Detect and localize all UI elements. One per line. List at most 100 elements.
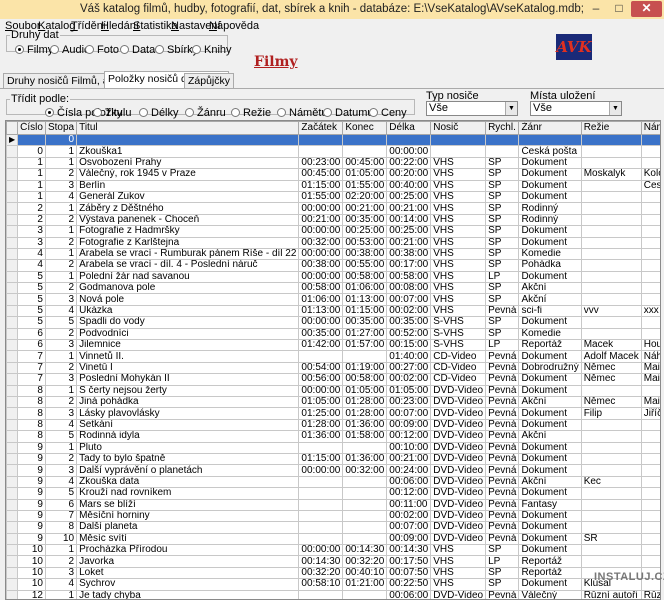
table-cell[interactable]: 5 <box>44 316 78 329</box>
table-cell[interactable]: 00:14:30 <box>342 544 388 557</box>
table-cell[interactable]: Dokument <box>518 384 582 398</box>
table-cell[interactable]: 00:11:00 <box>386 498 432 511</box>
table-cell[interactable] <box>342 532 388 546</box>
radio-foto[interactable]: Foto <box>85 44 119 56</box>
table-cell[interactable]: xxx <box>640 304 660 318</box>
table-cell[interactable]: 00:09:00 <box>386 532 432 546</box>
table-cell[interactable]: DVD-Video <box>430 475 487 489</box>
table-cell[interactable]: LP <box>485 339 520 352</box>
table-cell[interactable] <box>298 589 344 599</box>
table-cell[interactable]: Generál Žukov <box>76 190 300 204</box>
table-cell[interactable]: Pevná <box>485 521 520 534</box>
table-row[interactable]: 12 1 Je tady chyba 00:06:00 DVD-Video Pevná Vá… <box>6 589 660 599</box>
table-cell[interactable]: Lásky plavovlásky <box>76 407 300 420</box>
table-cell[interactable] <box>640 225 660 238</box>
table-cell[interactable] <box>580 487 642 500</box>
table-cell[interactable] <box>342 487 388 500</box>
table-cell[interactable]: 01:36:00 <box>342 418 388 432</box>
column-header[interactable]: Titul <box>76 121 300 135</box>
table-cell[interactable]: 00:21:00 <box>386 236 432 249</box>
table-cell[interactable]: 00:53:00 <box>342 236 388 249</box>
table-cell[interactable]: 00:21:00 <box>298 213 344 227</box>
table-cell[interactable]: Poslední Mohykán II <box>76 373 300 386</box>
carrier-type-select[interactable]: Vše ▼ <box>426 101 518 116</box>
table-cell[interactable]: 01:58:00 <box>342 430 388 443</box>
table-cell[interactable]: Pevná <box>485 532 520 546</box>
table-cell[interactable] <box>580 521 642 534</box>
table-cell[interactable]: 00:32:00 <box>298 236 344 249</box>
table-row[interactable]: 3 1 Fotografie z Hadmršky 00:00:00 00:25:00 0… <box>6 225 660 238</box>
table-cell[interactable]: 00:07:00 <box>386 521 432 534</box>
table-row[interactable]: 10 3 Loket 00:32:20 00:40:10 00:07:50 VHS SP Rep… <box>6 566 660 580</box>
table-cell[interactable]: 01:13:00 <box>342 293 388 306</box>
table-cell[interactable] <box>580 145 642 158</box>
table-cell[interactable]: Pohádka <box>518 259 582 272</box>
table-cell[interactable] <box>640 316 660 329</box>
row-selector[interactable] <box>6 464 19 477</box>
table-cell[interactable]: 00:58:10 <box>298 578 344 591</box>
table-cell[interactable]: 3 <box>17 225 46 238</box>
table-row[interactable]: 7 3 Poslední Mohykán II 00:56:00 00:58:00 00:… <box>6 373 660 386</box>
table-cell[interactable]: 00:25:00 <box>386 225 432 238</box>
table-cell[interactable]: Dokument <box>518 156 582 170</box>
table-cell[interactable] <box>580 293 642 306</box>
tab-loans[interactable]: Zápůjčky <box>184 73 235 88</box>
table-cell[interactable]: VHS <box>430 304 487 318</box>
table-cell[interactable] <box>580 282 642 295</box>
table-cell[interactable]: VHS <box>430 179 487 192</box>
row-selector[interactable] <box>6 578 19 591</box>
table-cell[interactable]: 1 <box>17 168 46 181</box>
table-cell[interactable] <box>640 418 660 432</box>
table-row[interactable]: 6 2 Podvodníci 00:35:00 01:27:00 00:52:00 S-VH… <box>6 327 660 341</box>
table-cell[interactable] <box>580 327 642 341</box>
table-cell[interactable]: 00:23:00 <box>386 395 432 409</box>
table-cell[interactable]: 00:32:20 <box>298 566 344 580</box>
table-cell[interactable]: Mai <box>640 373 660 386</box>
table-cell[interactable]: 02:20:00 <box>342 190 388 204</box>
table-cell[interactable]: 01:15:00 <box>342 304 388 318</box>
row-selector[interactable] <box>6 179 19 192</box>
table-cell[interactable]: 00:00:00 <box>386 145 432 158</box>
table-cell[interactable]: 9 <box>17 475 46 489</box>
table-cell[interactable]: Zkouška data <box>76 475 300 489</box>
row-selector[interactable] <box>6 430 19 443</box>
table-cell[interactable] <box>640 202 660 215</box>
row-selector[interactable] <box>6 544 19 557</box>
row-selector[interactable] <box>6 373 19 386</box>
table-cell[interactable] <box>640 441 660 454</box>
table-cell[interactable]: Dobrodružný <box>518 361 582 375</box>
table-cell[interactable] <box>640 555 660 568</box>
table-cell[interactable]: 00:22:50 <box>386 578 432 591</box>
table-cell[interactable] <box>580 156 642 170</box>
table-cell[interactable]: 12 <box>17 589 46 599</box>
table-cell[interactable]: 00:17:00 <box>386 259 432 272</box>
sort-radio-datum[interactable]: Datumu <box>323 107 374 119</box>
table-cell[interactable] <box>640 259 660 272</box>
table-cell[interactable]: 00:35:00 <box>342 316 388 329</box>
table-cell[interactable]: 00:40:10 <box>342 566 388 580</box>
table-cell[interactable]: Pevná <box>485 475 520 489</box>
table-cell[interactable]: 01:15:00 <box>298 452 344 466</box>
table-cell[interactable]: 01:42:00 <box>298 339 344 352</box>
table-cell[interactable]: Němec <box>580 361 642 375</box>
table-cell[interactable]: Kec <box>580 475 642 489</box>
table-cell[interactable]: Dokument <box>518 452 582 466</box>
table-cell[interactable]: SP <box>485 247 520 261</box>
table-cell[interactable]: 01:36:00 <box>298 430 344 443</box>
table-cell[interactable]: Dokument <box>518 190 582 204</box>
sort-radio-zanru[interactable]: Žánru <box>185 107 226 119</box>
row-selector[interactable] <box>6 339 19 352</box>
table-cell[interactable]: Spadli do vody <box>76 316 300 329</box>
table-row[interactable]: 9 6 Mars se blíží 00:11:00 DVD-Video Pevná Fan… <box>6 498 660 511</box>
table-cell[interactable]: SP <box>485 225 520 238</box>
table-cell[interactable]: SP <box>485 566 520 580</box>
table-cell[interactable]: DVD-Video <box>430 407 487 420</box>
table-cell[interactable]: 01:55:00 <box>342 179 388 192</box>
table-row[interactable]: 6 3 Jilemnice 01:42:00 01:57:00 00:15:00 S-VHS… <box>6 339 660 352</box>
table-cell[interactable]: 01:55:00 <box>298 190 344 204</box>
table-cell[interactable]: 3 <box>44 339 78 352</box>
table-cell[interactable]: VHS <box>430 270 487 284</box>
table-cell[interactable]: Česká pošta <box>518 145 582 158</box>
row-selector[interactable] <box>6 270 19 284</box>
table-cell[interactable] <box>580 179 642 192</box>
